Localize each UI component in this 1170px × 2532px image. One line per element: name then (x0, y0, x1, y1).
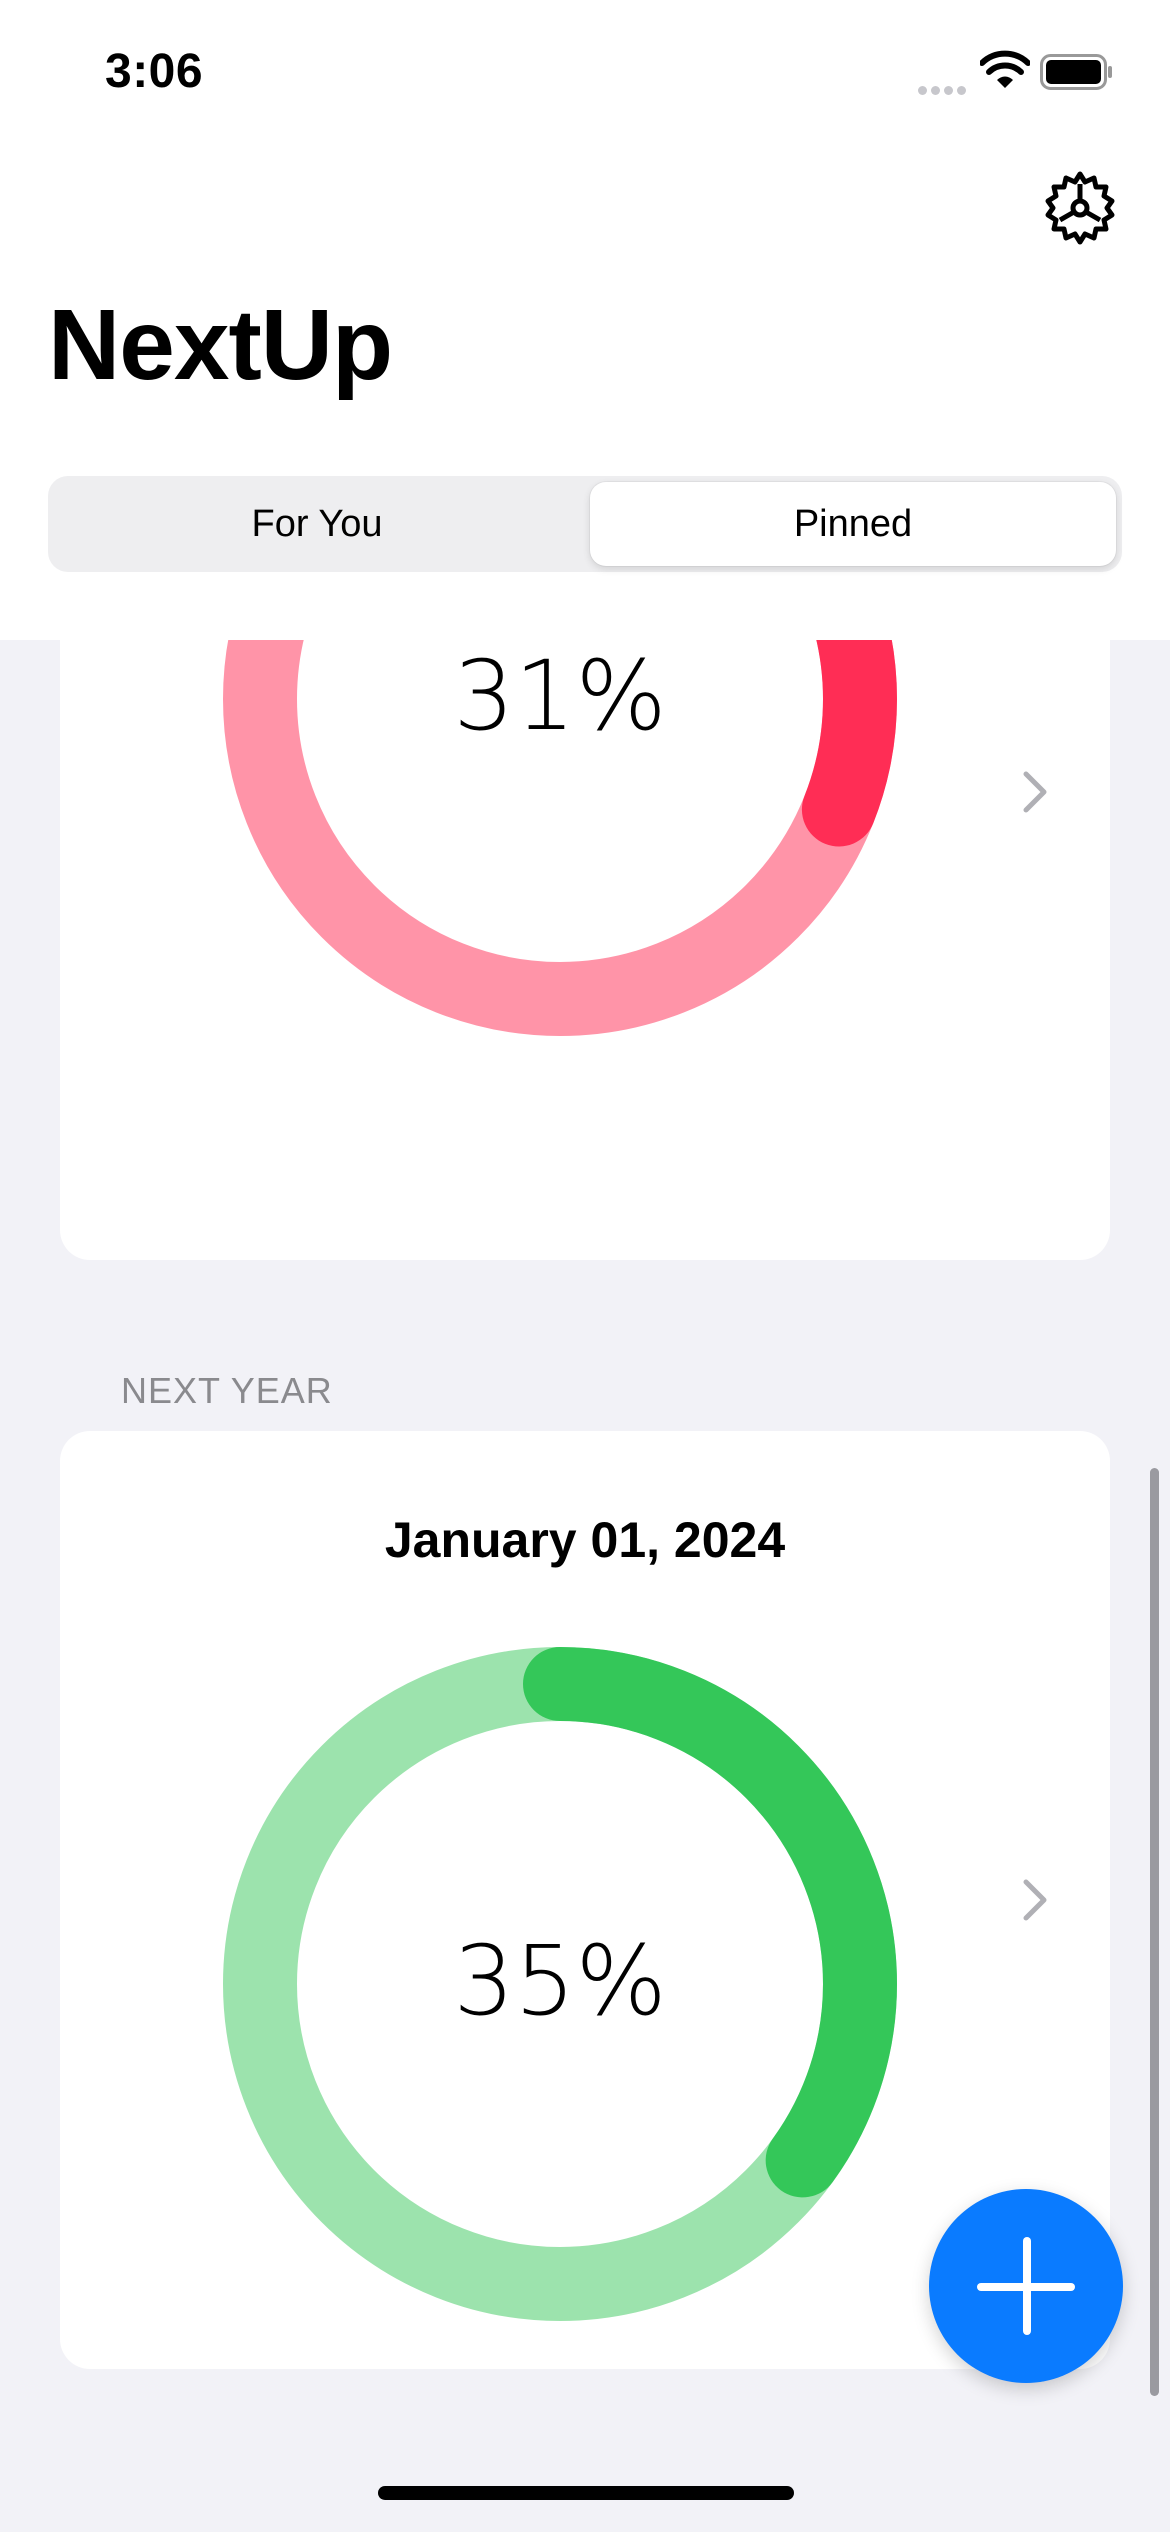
status-time: 3:06 (105, 45, 204, 98)
progress-ring: 35% (223, 1647, 897, 2321)
gear-icon[interactable] (1040, 168, 1120, 248)
section-header: NEXT YEAR (121, 1370, 333, 1411)
scrollbar[interactable] (1150, 1468, 1159, 2396)
tab-pinned[interactable]: Pinned (590, 482, 1116, 566)
percent-label: 35% (453, 1925, 666, 2037)
add-button[interactable] (929, 2189, 1123, 2383)
event-date: January 01, 2024 (384, 1512, 786, 1568)
navigation-header: 3:06 NextUp For You Pinned (0, 0, 1170, 640)
wifi-icon (980, 50, 1030, 88)
chevron-right-icon (1023, 771, 1047, 813)
battery-icon (1040, 54, 1112, 90)
page-title: NextUp (48, 289, 393, 401)
countdown-card[interactable]: 31% (60, 362, 1110, 1260)
cellular-signal-icon (918, 82, 970, 100)
percent-label: 31% (453, 640, 666, 752)
chevron-right-icon (1023, 1879, 1047, 1921)
tab-for-you[interactable]: For You (54, 482, 580, 566)
home-indicator (378, 2486, 794, 2500)
segmented-control: For You Pinned (48, 476, 1122, 572)
